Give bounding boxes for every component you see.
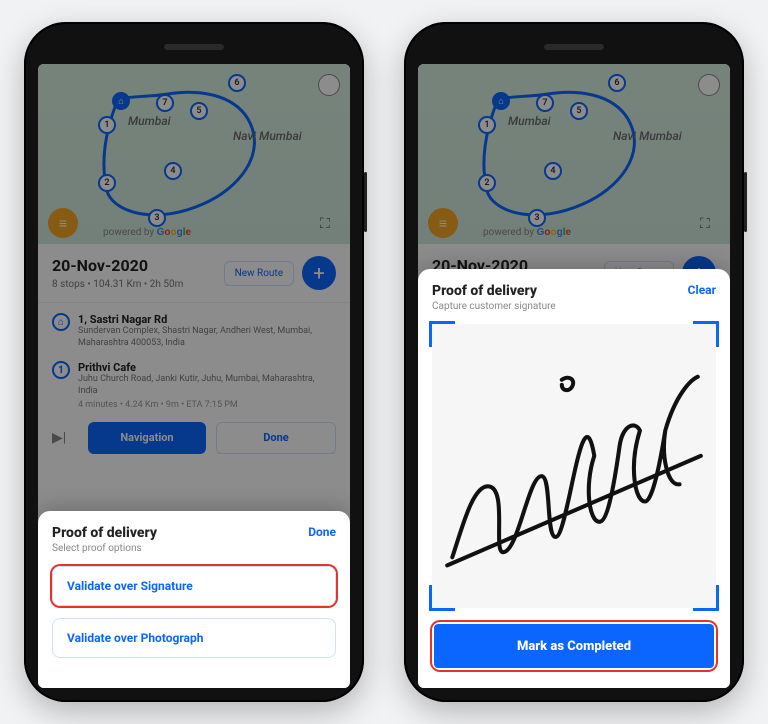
- proof-options-sheet: Proof of delivery Select proof options D…: [38, 511, 350, 688]
- complete-highlight: Mark as Completed: [432, 622, 716, 670]
- signature-sheet: Proof of delivery Capture customer signa…: [418, 269, 730, 688]
- validate-signature-option[interactable]: Validate over Signature: [52, 566, 336, 606]
- sheet-done-button[interactable]: Done: [308, 525, 336, 539]
- clear-button[interactable]: Clear: [688, 283, 716, 297]
- sheet-subtitle: Capture customer signature: [432, 301, 556, 312]
- screen-left: ⌂ 1 2 3 4 5 6 7 Mumbai Navi Mumbai ≡ pow…: [38, 64, 350, 688]
- sheet-title: Proof of delivery: [432, 283, 556, 299]
- signature-stroke: [432, 324, 716, 608]
- screen-right: ⌂ 1 2 3 4 5 6 7 Mumbai Navi Mumbai ≡ pow…: [418, 64, 730, 688]
- phone-left: ⌂ 1 2 3 4 5 6 7 Mumbai Navi Mumbai ≡ pow…: [24, 22, 364, 702]
- earpiece: [544, 44, 604, 50]
- signature-pad[interactable]: [432, 324, 716, 608]
- validate-photo-option[interactable]: Validate over Photograph: [52, 618, 336, 658]
- sheet-subtitle: Select proof options: [52, 543, 157, 554]
- earpiece: [164, 44, 224, 50]
- phone-right: ⌂ 1 2 3 4 5 6 7 Mumbai Navi Mumbai ≡ pow…: [404, 22, 744, 702]
- mark-completed-button[interactable]: Mark as Completed: [434, 624, 714, 668]
- sheet-title: Proof of delivery: [52, 525, 157, 541]
